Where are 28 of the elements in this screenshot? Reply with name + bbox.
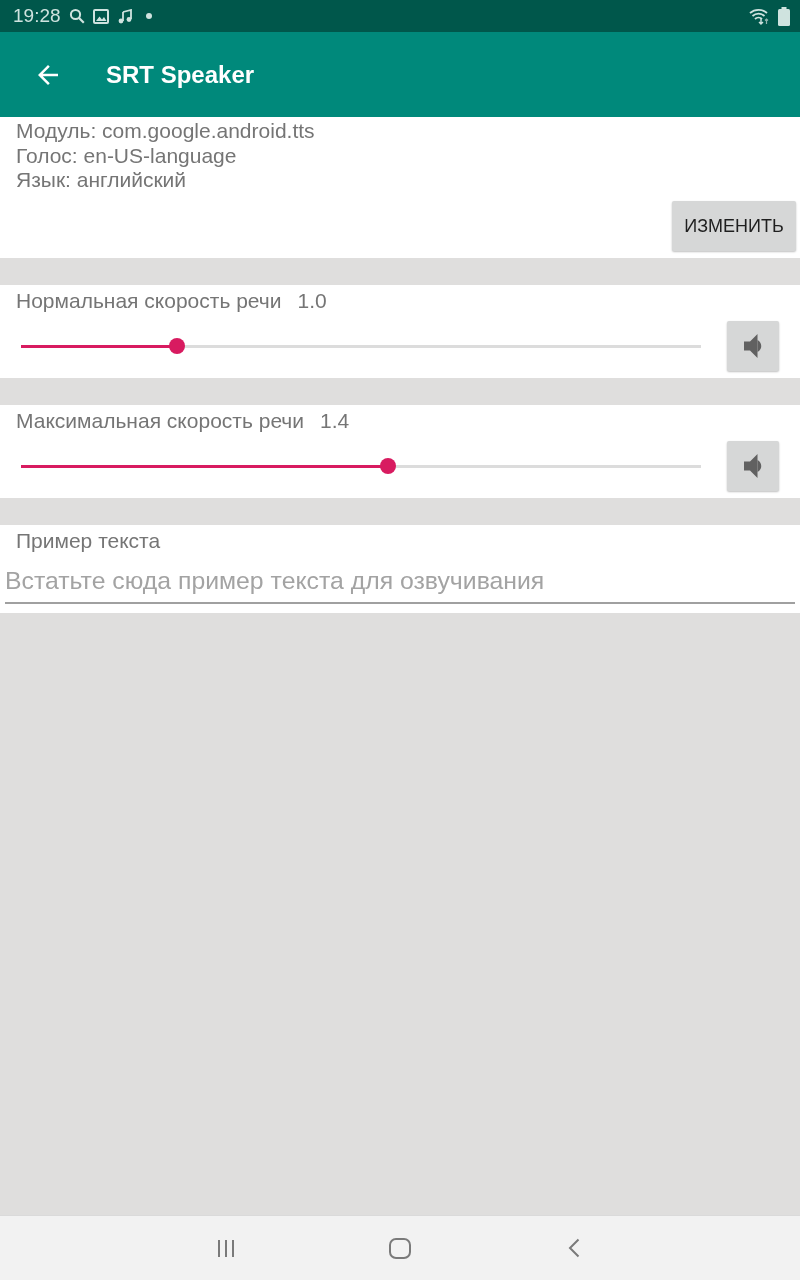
speaker-button[interactable]	[727, 441, 779, 491]
slider-thumb[interactable]	[169, 338, 186, 354]
back-icon[interactable]	[568, 1238, 580, 1258]
speaker-icon	[744, 334, 762, 358]
speaker-icon	[744, 454, 762, 478]
home-icon[interactable]	[389, 1237, 411, 1259]
speed-value: 1.0	[297, 289, 327, 313]
recents-icon[interactable]	[217, 1238, 235, 1258]
search-icon	[68, 8, 85, 24]
wifi-icon	[749, 7, 770, 25]
speed-value: 1.4	[320, 409, 350, 433]
speaker-button[interactable]	[727, 321, 779, 371]
info-text: Язык: английский	[16, 168, 187, 193]
image-icon	[92, 8, 109, 24]
info-text: Модуль: com.google.android.tts	[16, 119, 315, 144]
battery-icon	[778, 6, 790, 26]
app-title: SRT Speaker	[106, 59, 255, 90]
speed-label: Максимальная скорость речи	[16, 409, 305, 433]
status-time: 19:28	[13, 5, 61, 27]
info-text: Голос: en-US-language	[16, 143, 237, 168]
speed-label: Нормальная скорость речи	[16, 289, 282, 313]
back-arrow-icon[interactable]	[38, 64, 58, 85]
music-note-icon	[116, 8, 132, 24]
slider-thumb[interactable]	[380, 458, 397, 474]
sample-text-label: Пример текста	[16, 529, 161, 553]
change-button[interactable]: ИЗМЕНИТЬ	[672, 201, 796, 251]
dot-icon	[145, 13, 152, 19]
sample-text-input-group[interactable]: Пример текста Встатьте сюда пример текста для озвучивания	[0, 525, 800, 613]
